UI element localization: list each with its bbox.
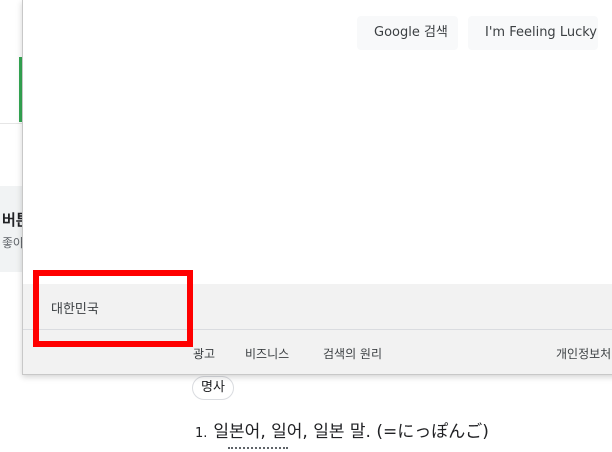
definition-text: 일본어, 일어, 일본 말. (=にっぽんご): [213, 422, 489, 442]
google-home-panel: Google 검색 I'm Feeling Lucky 대한민국 광고 비즈니스…: [22, 0, 612, 375]
footer-country: 대한민국: [23, 284, 612, 330]
footer-link-business[interactable]: 비즈니스: [245, 345, 289, 362]
footer-link-privacy[interactable]: 개인정보처: [556, 345, 611, 362]
background-card[interactable]: 버튼 좋아요: [0, 186, 22, 272]
footer-link-how-search-works[interactable]: 검색의 원리: [323, 345, 382, 362]
card-subtitle: 좋아요: [2, 236, 22, 250]
part-of-speech-badge: 명사: [192, 376, 234, 400]
definition-item: 1. 일본어, 일어, 일본 말. (=にっぽんご): [195, 417, 489, 442]
country-label: 대한민국: [51, 302, 99, 317]
google-search-button[interactable]: Google 검색: [357, 16, 458, 50]
footer-link-ads[interactable]: 광고: [193, 345, 215, 362]
definition-number: 1.: [195, 426, 208, 441]
truncated-text: [228, 447, 288, 452]
card-title: 버튼: [2, 211, 22, 229]
footer-links: 광고 비즈니스 검색의 원리 개인정보처: [23, 330, 612, 374]
divider: [0, 123, 22, 124]
feeling-lucky-button[interactable]: I'm Feeling Lucky: [468, 16, 598, 50]
